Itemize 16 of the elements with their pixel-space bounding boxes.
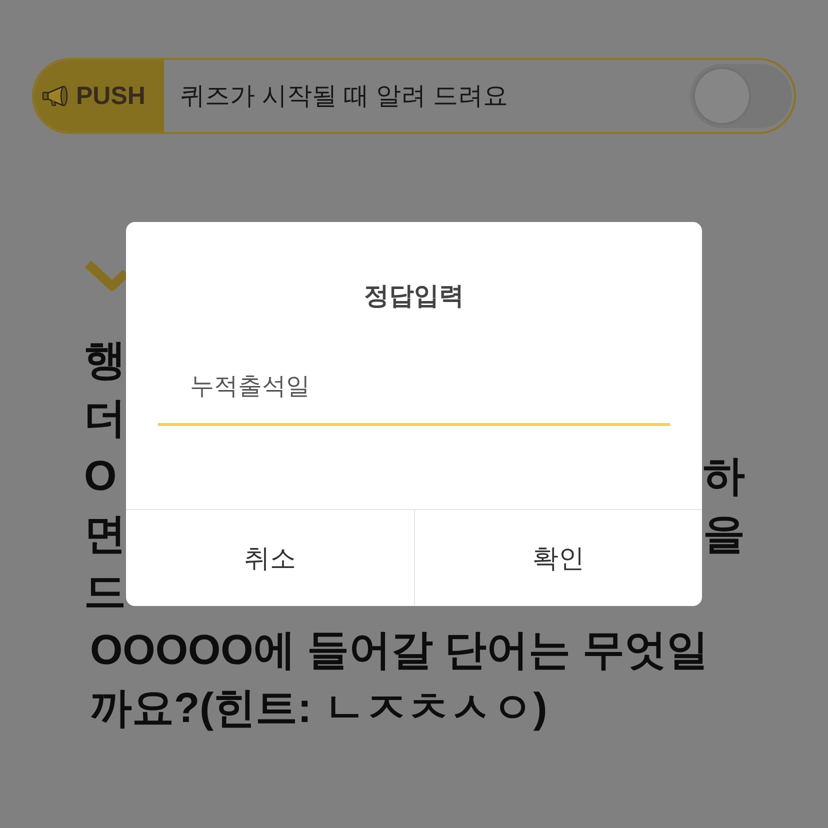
answer-field[interactable]: 누적출석일 bbox=[158, 358, 670, 426]
push-message: 퀴즈가 시작될 때 알려 드려요 bbox=[180, 81, 508, 111]
question-text-fragment: 면 bbox=[84, 509, 126, 559]
question-text-fragment: 드 bbox=[84, 567, 126, 617]
toggle-switch[interactable] bbox=[690, 64, 792, 128]
question-text-fragment: 을 bbox=[703, 509, 745, 559]
megaphone-icon bbox=[42, 85, 69, 107]
question-text-fragment: 하 bbox=[703, 451, 745, 501]
push-label: PUSH bbox=[76, 81, 146, 111]
question-text-fragment: O bbox=[84, 451, 117, 501]
question-text-fragment: 행 bbox=[84, 335, 126, 385]
confirm-button[interactable]: 확인 bbox=[414, 510, 702, 606]
dialog-title: 정답입력 bbox=[363, 281, 465, 311]
question-text-fragment: 더 bbox=[84, 393, 126, 443]
question-text: OOOOO에 들어갈 단어는 무엇일까요?(힌트: ㄴㅈㅊㅅㅇ) bbox=[90, 625, 710, 733]
cancel-button[interactable]: 취소 bbox=[126, 510, 414, 606]
